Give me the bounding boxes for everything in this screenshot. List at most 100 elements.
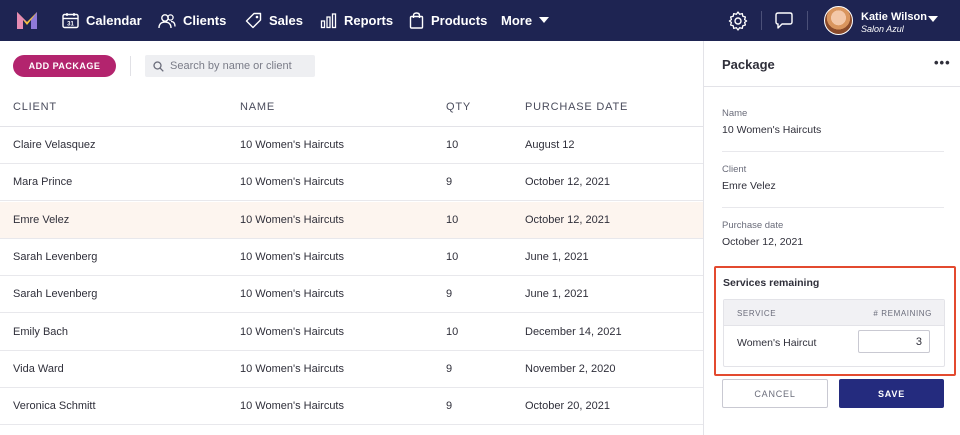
top-navigation-bar: 31 Calendar Clients Sales Reports Produc… — [0, 0, 960, 41]
user-avatar[interactable] — [824, 6, 853, 35]
package-list-area: ADD PACKAGE CLIENT NAME QTY PURCHASE DAT… — [0, 41, 703, 435]
services-table-header: SERVICE # REMAINING — [724, 300, 944, 326]
shopping-bag-icon — [409, 12, 424, 29]
search-box[interactable] — [145, 55, 315, 77]
save-button[interactable]: SAVE — [839, 379, 944, 408]
column-header-name[interactable]: NAME — [240, 101, 275, 113]
table-row[interactable]: Veronica Schmitt 10 Women's Haircuts 9 Octo… — [0, 388, 703, 426]
cell-name: 10 Women's Haircuts — [240, 325, 344, 338]
services-col-remaining: # REMAINING — [873, 309, 932, 318]
field-value-purchase-date: October 12, 2021 — [722, 236, 804, 248]
more-options-icon[interactable]: ••• — [934, 55, 951, 70]
search-icon — [153, 60, 164, 72]
cancel-button[interactable]: CANCEL — [722, 379, 828, 408]
search-input[interactable] — [170, 60, 310, 72]
column-header-client[interactable]: CLIENT — [13, 101, 57, 113]
table-row[interactable]: Emily Bach 10 Women's Haircuts 10 December … — [0, 314, 703, 351]
cell-name: 10 Women's Haircuts — [240, 176, 344, 189]
services-remaining-title: Services remaining — [723, 277, 820, 289]
nav-more[interactable]: More — [501, 0, 550, 41]
field-label-client: Client — [722, 164, 747, 175]
cell-qty: 9 — [446, 362, 453, 375]
table-row[interactable]: Sarah Levenberg 10 Women's Haircuts 10 June… — [0, 239, 703, 276]
cell-purchase-date: October 20, 2021 — [525, 400, 611, 413]
cell-qty: 10 — [446, 213, 459, 226]
field-label-purchase-date: Purchase date — [722, 220, 784, 231]
gear-icon[interactable] — [727, 10, 749, 32]
field-label-name: Name — [722, 108, 748, 119]
services-table: SERVICE # REMAINING Women's Haircut — [723, 299, 945, 367]
field-divider — [722, 207, 944, 208]
nav-calendar[interactable]: 31 Calendar — [62, 0, 142, 41]
table-row[interactable]: Sarah Levenberg 10 Women's Haircuts 9 June … — [0, 276, 703, 314]
cell-qty: 9 — [446, 176, 453, 189]
nav-reports-label: Reports — [344, 13, 394, 28]
bar-chart-icon — [320, 13, 337, 29]
cell-client: Sarah Levenberg — [13, 250, 98, 263]
tag-icon — [245, 12, 262, 29]
remaining-count-input[interactable] — [858, 330, 930, 353]
cell-client: Claire Velasquez — [13, 139, 96, 151]
chat-bubble-icon[interactable] — [773, 10, 795, 32]
cell-purchase-date: October 12, 2021 — [525, 213, 611, 226]
clients-icon — [158, 13, 176, 28]
nav-clients[interactable]: Clients — [158, 0, 226, 41]
table-row[interactable]: Claire Velasquez 10 Women's Haircuts 10 Aug… — [0, 127, 703, 164]
nav-sales[interactable]: Sales — [245, 0, 303, 41]
nav-divider — [761, 11, 762, 30]
add-package-button[interactable]: ADD PACKAGE — [13, 55, 116, 77]
chevron-down-icon — [539, 17, 550, 23]
nav-products-label: Products — [431, 13, 488, 28]
cell-name: 10 Women's Haircuts — [240, 250, 344, 263]
cell-qty: 9 — [446, 288, 453, 301]
svg-text:31: 31 — [67, 22, 74, 28]
cell-qty: 10 — [446, 325, 459, 338]
user-menu-caret-icon[interactable] — [928, 16, 938, 22]
cell-name: 10 Women's Haircuts — [240, 213, 344, 226]
column-header-purchase-date[interactable]: PURCHASE DATE — [525, 101, 628, 113]
services-remaining-section: Services remaining SERVICE # REMAINING W… — [714, 266, 956, 376]
table-row[interactable]: Vida Ward 10 Women's Haircuts 9 November 2,… — [0, 351, 703, 388]
cell-client: Emily Bach — [13, 325, 69, 338]
field-divider — [722, 151, 944, 152]
cell-name: 10 Women's Haircuts — [240, 139, 344, 151]
cell-name: 10 Women's Haircuts — [240, 362, 344, 375]
cell-purchase-date: December 14, 2021 — [525, 325, 622, 338]
cell-name: 10 Women's Haircuts — [240, 400, 344, 413]
nav-more-label: More — [501, 13, 533, 28]
cell-qty: 10 — [446, 250, 459, 263]
table-row[interactable]: Emre Velez 10 Women's Haircuts 10 October 1… — [0, 201, 703, 239]
service-name: Women's Haircut — [737, 337, 817, 349]
package-detail-panel: Package ••• Name 10 Women's Haircuts Cli… — [703, 41, 960, 435]
nav-reports[interactable]: Reports — [320, 0, 393, 41]
cell-name: 10 Women's Haircuts — [240, 288, 344, 301]
nav-divider — [807, 11, 808, 30]
cell-client: Emre Velez — [13, 213, 70, 226]
cell-purchase-date: October 12, 2021 — [525, 176, 611, 189]
nav-calendar-label: Calendar — [86, 13, 142, 28]
cell-purchase-date: June 1, 2021 — [525, 250, 589, 263]
cell-qty: 10 — [446, 139, 459, 151]
cell-purchase-date: June 1, 2021 — [525, 288, 589, 301]
cell-purchase-date: November 2, 2020 — [525, 362, 616, 375]
table-row[interactable]: Mara Prince 10 Women's Haircuts 9 October 1… — [0, 164, 703, 202]
cell-client: Sarah Levenberg — [13, 288, 98, 301]
panel-header-divider — [704, 86, 960, 87]
services-col-service: SERVICE — [737, 309, 777, 318]
cell-client: Veronica Schmitt — [13, 400, 96, 413]
cell-client: Vida Ward — [13, 362, 64, 375]
calendar-icon: 31 — [62, 13, 79, 29]
column-header-qty[interactable]: QTY — [446, 101, 471, 113]
nav-products[interactable]: Products — [409, 0, 487, 41]
cell-qty: 9 — [446, 400, 453, 413]
toolbar-divider — [130, 56, 131, 76]
app-logo[interactable] — [16, 10, 38, 30]
user-name[interactable]: Katie Wilson — [861, 11, 927, 23]
cell-client: Mara Prince — [13, 176, 73, 189]
field-value-name: 10 Women's Haircuts — [722, 124, 822, 136]
user-business: Salon Azul — [861, 24, 904, 34]
cell-purchase-date: August 12 — [525, 139, 575, 151]
nav-clients-label: Clients — [183, 13, 227, 28]
field-value-client: Emre Velez — [722, 180, 776, 192]
nav-sales-label: Sales — [269, 13, 303, 28]
